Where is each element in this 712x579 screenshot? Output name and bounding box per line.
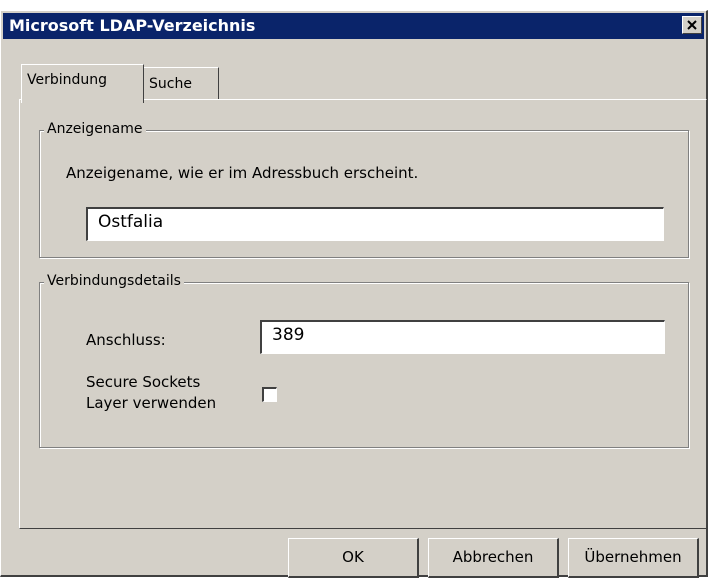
apply-button[interactable]: Übernehmen (568, 538, 699, 578)
tab-panel: Anzeigename Anzeigename, wie er im Adres… (19, 99, 707, 529)
port-input[interactable]: 389 (260, 320, 665, 354)
close-icon (687, 20, 697, 30)
cancel-button[interactable]: Abbrechen (428, 538, 559, 578)
tab-suche[interactable]: Suche (143, 67, 219, 100)
connection-details-group: Verbindungsdetails Anschluss: 389 Secure… (39, 273, 689, 448)
tab-verbindung[interactable]: Verbindung (21, 64, 144, 103)
close-button[interactable] (682, 16, 702, 34)
ssl-label-line2: Layer verwenden (86, 394, 217, 412)
dialog-window: Microsoft LDAP-Verzeichnis Verbindung Su… (0, 10, 708, 578)
tab-suche-label: Suche (149, 76, 192, 92)
ssl-label-line1: Secure Sockets (86, 373, 201, 391)
display-name-input[interactable]: Ostfalia (86, 207, 664, 241)
display-name-group-label: Anzeigename (44, 121, 146, 137)
ok-button[interactable]: OK (288, 538, 419, 578)
ssl-checkbox[interactable] (262, 387, 277, 402)
display-name-group: Anzeigename Anzeigename, wie er im Adres… (39, 121, 689, 258)
tab-verbindung-label: Verbindung (27, 72, 108, 88)
connection-details-group-label: Verbindungsdetails (44, 273, 184, 289)
port-label: Anschluss: (86, 331, 166, 349)
window-title: Microsoft LDAP-Verzeichnis (9, 16, 256, 35)
display-name-description: Anzeigename, wie er im Adressbuch ersche… (66, 164, 419, 182)
title-bar[interactable]: Microsoft LDAP-Verzeichnis (3, 13, 704, 39)
